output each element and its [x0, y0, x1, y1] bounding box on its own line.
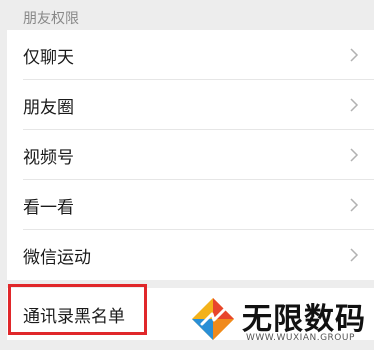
list-item-label: 朋友圈	[23, 98, 74, 118]
section-header: 朋友权限	[0, 0, 374, 30]
list-item-top-stories[interactable]: 看一看	[7, 180, 374, 230]
chevron-right-icon	[350, 98, 359, 112]
chevron-right-icon	[350, 148, 359, 162]
section-title: 朋友权限	[23, 11, 79, 27]
list-item-label: 视频号	[23, 148, 74, 168]
contacts-blacklist-label: 通讯录黑名单	[23, 307, 125, 327]
chevron-right-icon	[350, 198, 359, 212]
list-item-chat-only[interactable]: 仅聊天	[7, 30, 374, 80]
list-item-moments[interactable]: 朋友圈	[7, 80, 374, 130]
brand-logo-icon	[192, 298, 234, 340]
watermark-subtitle: WWW.WUXIAN.GROUP	[246, 333, 355, 343]
section-gap	[0, 280, 374, 288]
list-item-label: 微信运动	[23, 248, 91, 268]
chevron-right-icon	[350, 248, 359, 262]
list-item-label: 看一看	[23, 198, 74, 218]
chevron-right-icon	[350, 48, 359, 62]
friend-permissions-list: 仅聊天 朋友圈 视频号 看一看 微信运动	[7, 30, 374, 280]
list-item-werun[interactable]: 微信运动	[7, 230, 374, 280]
watermark-title: 无限数码	[242, 302, 366, 337]
list-item-channels[interactable]: 视频号	[7, 130, 374, 180]
list-item-label: 仅聊天	[23, 48, 74, 68]
watermark: 无限数码 WWW.WUXIAN.GROUP	[186, 292, 374, 350]
